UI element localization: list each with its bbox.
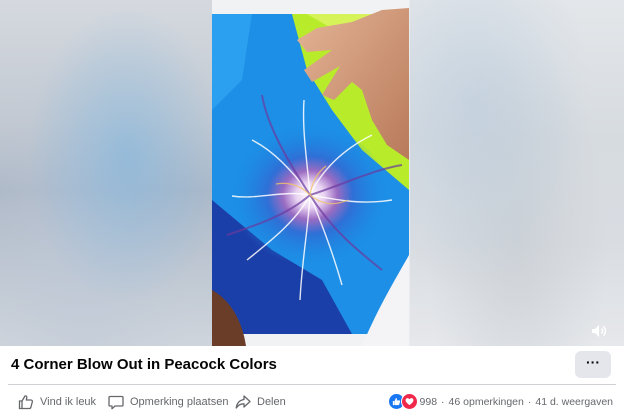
share-button[interactable]: Delen xyxy=(235,385,286,418)
video-still-image xyxy=(212,0,409,346)
share-icon xyxy=(235,394,251,409)
more-options-button[interactable]: ··· xyxy=(575,351,611,378)
comment-icon xyxy=(108,395,124,409)
view-count: 41 d. weergaven xyxy=(535,395,613,408)
comment-label: Opmerking plaatsen xyxy=(130,395,229,408)
separator-dot: · xyxy=(441,395,445,408)
share-label: Delen xyxy=(257,395,286,408)
like-button[interactable]: Vind ik leuk xyxy=(18,385,96,418)
video-frame[interactable] xyxy=(212,0,409,346)
video-title: 4 Corner Blow Out in Peacock Colors xyxy=(11,356,277,373)
comment-button[interactable]: Opmerking plaatsen xyxy=(108,385,228,418)
post-title-row: 4 Corner Blow Out in Peacock Colors xyxy=(0,346,624,384)
reaction-count[interactable]: 998 xyxy=(420,396,438,408)
thumbs-up-icon xyxy=(18,394,34,409)
separator-dot: · xyxy=(527,395,532,408)
video-player[interactable] xyxy=(0,0,624,346)
action-bar: Vind ik leuk Opmerking plaatsen Delen 99… xyxy=(0,385,624,418)
more-options-icon: ··· xyxy=(586,353,600,370)
speaker-icon[interactable] xyxy=(590,322,608,340)
video-blurred-backdrop-right xyxy=(410,0,624,346)
engagement-stats: 998 · 46 opmerkingen · 41 d. weergaven xyxy=(387,385,613,418)
comment-count[interactable]: 46 opmerkingen xyxy=(449,396,524,408)
love-reaction-icon[interactable] xyxy=(400,393,418,410)
video-blurred-backdrop-left xyxy=(0,0,212,346)
like-label: Vind ik leuk xyxy=(40,395,97,408)
